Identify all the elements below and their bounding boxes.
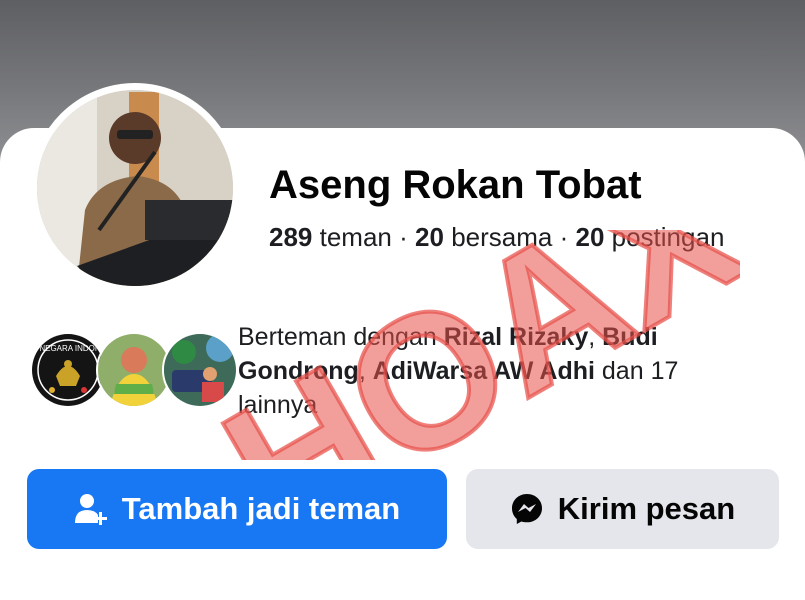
add-friend-icon xyxy=(74,492,108,526)
mutual-friends-avatars[interactable]: BELA NEGARA INDONESIA xyxy=(30,332,238,408)
messenger-icon xyxy=(510,492,544,526)
posts-count: 20 xyxy=(575,222,605,252)
profile-photo xyxy=(37,90,233,286)
mutual-friend-photo xyxy=(164,334,236,406)
mutual-avatar-bela-negara[interactable]: BELA NEGARA INDONESIA xyxy=(30,332,106,408)
profile-avatar[interactable] xyxy=(37,90,233,286)
posts-label: postingan xyxy=(611,222,725,252)
profile-stats: 289 teman · 20 bersama · 20 postingan xyxy=(269,222,724,253)
mutual-avatar-3[interactable] xyxy=(162,332,238,408)
stats-separator: · xyxy=(559,222,569,252)
mutual-friend-link[interactable]: Rizal Rizaky xyxy=(444,323,589,351)
mutual-sep: , xyxy=(358,357,366,385)
friends-count[interactable]: 289 xyxy=(269,222,312,252)
mutual-avatar-2[interactable] xyxy=(96,332,172,408)
mutual-friend-photo xyxy=(98,334,170,406)
mutual-sep: , xyxy=(588,323,596,351)
mutual-friend-link[interactable]: AdiWarsa AW Adhi xyxy=(373,357,595,385)
logo-text: BELA NEGARA INDONESIA xyxy=(32,344,104,353)
mutual-prefix: Berteman dengan xyxy=(238,323,437,351)
bela-negara-logo-icon: BELA NEGARA INDONESIA xyxy=(32,334,104,406)
mutual-label[interactable]: bersama xyxy=(451,222,552,252)
add-friend-button[interactable]: Tambah jadi teman xyxy=(27,469,447,549)
mutual-count[interactable]: 20 xyxy=(415,222,444,252)
add-friend-label: Tambah jadi teman xyxy=(121,491,401,526)
send-message-label: Kirim pesan xyxy=(557,491,736,526)
mutual-friends-text: Berteman dengan Rizal Rizaky, Budi Gondr… xyxy=(238,320,738,422)
friends-label[interactable]: teman xyxy=(320,222,392,252)
profile-name: Aseng Rokan Tobat xyxy=(269,163,642,207)
stats-separator: · xyxy=(399,222,408,252)
send-message-button[interactable]: Kirim pesan xyxy=(466,469,779,549)
